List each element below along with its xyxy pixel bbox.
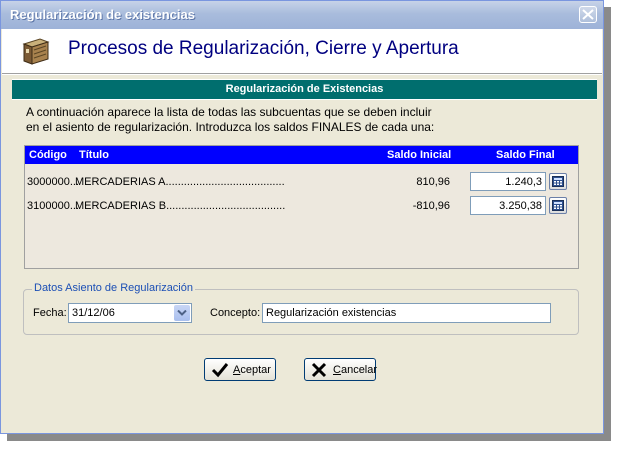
page-title: Procesos de Regularización, Cierre y Ape… <box>68 38 459 60</box>
close-icon <box>582 9 594 20</box>
cell-titulo: MERCADERIAS A...........................… <box>75 176 285 188</box>
grid-header: Código Título Saldo Inicial Saldo Final <box>25 146 578 164</box>
dialog-window: Regularización de existencias Procesos d… <box>0 0 604 434</box>
cell-codigo: 3000000... <box>27 176 79 188</box>
subaccounts-grid: Código Título Saldo Inicial Saldo Final … <box>24 145 579 269</box>
close-button[interactable] <box>579 6 597 23</box>
table-row: 3000000... MERCADERIAS A................… <box>25 170 578 194</box>
header-panel: Procesos de Regularización, Cierre y Ape… <box>2 29 602 73</box>
aceptar-button[interactable]: Aceptar <box>204 358 276 381</box>
header-divider <box>2 73 602 75</box>
calculator-button[interactable] <box>549 197 567 214</box>
chevron-down-icon <box>177 310 187 316</box>
saldo-final-input[interactable] <box>470 196 546 215</box>
window-title: Regularización de existencias <box>10 7 195 22</box>
column-header-codigo[interactable]: Código <box>29 149 67 161</box>
fecha-value: 31/12/06 <box>72 307 115 319</box>
group-legend: Datos Asiento de Regularización <box>32 282 195 294</box>
concepto-label: Concepto: <box>210 307 260 319</box>
asiento-group: Datos Asiento de Regularización Fecha: 3… <box>23 289 579 335</box>
column-header-titulo[interactable]: Título <box>79 149 109 161</box>
calculator-icon <box>552 200 564 211</box>
calculator-button[interactable] <box>549 173 567 190</box>
instructions-line-2: en el asiento de regularización. Introdu… <box>26 120 586 135</box>
fecha-label: Fecha: <box>33 307 67 319</box>
concepto-input[interactable] <box>262 303 551 323</box>
aceptar-label: Aceptar <box>233 364 271 376</box>
cell-titulo: MERCADERIAS B...........................… <box>75 200 285 212</box>
calculator-icon <box>552 176 564 187</box>
ledger-book-icon <box>20 36 52 66</box>
saldo-final-input[interactable] <box>470 172 546 191</box>
section-title: Regularización de Existencias <box>12 79 597 100</box>
column-header-saldo-inicial[interactable]: Saldo Inicial <box>387 149 451 161</box>
cancelar-label: Cancelar <box>333 364 377 376</box>
grid-body: 3000000... MERCADERIAS A................… <box>25 164 578 268</box>
cell-codigo: 3100000... <box>27 200 79 212</box>
title-bar[interactable]: Regularización de existencias <box>1 1 603 29</box>
instructions-text: A continuación aparece la lista de todas… <box>26 105 586 135</box>
checkmark-icon <box>211 362 229 378</box>
cell-saldo-inicial: -810,96 <box>413 200 450 212</box>
table-row: 3100000... MERCADERIAS B................… <box>25 194 578 218</box>
x-mark-icon <box>311 362 327 378</box>
column-header-saldo-final[interactable]: Saldo Final <box>496 149 555 161</box>
cell-saldo-inicial: 810,96 <box>416 176 450 188</box>
dropdown-button[interactable] <box>174 305 190 321</box>
instructions-line-1: A continuación aparece la lista de todas… <box>26 105 586 120</box>
fecha-dropdown[interactable]: 31/12/06 <box>68 303 192 323</box>
cancelar-button[interactable]: Cancelar <box>304 358 376 381</box>
